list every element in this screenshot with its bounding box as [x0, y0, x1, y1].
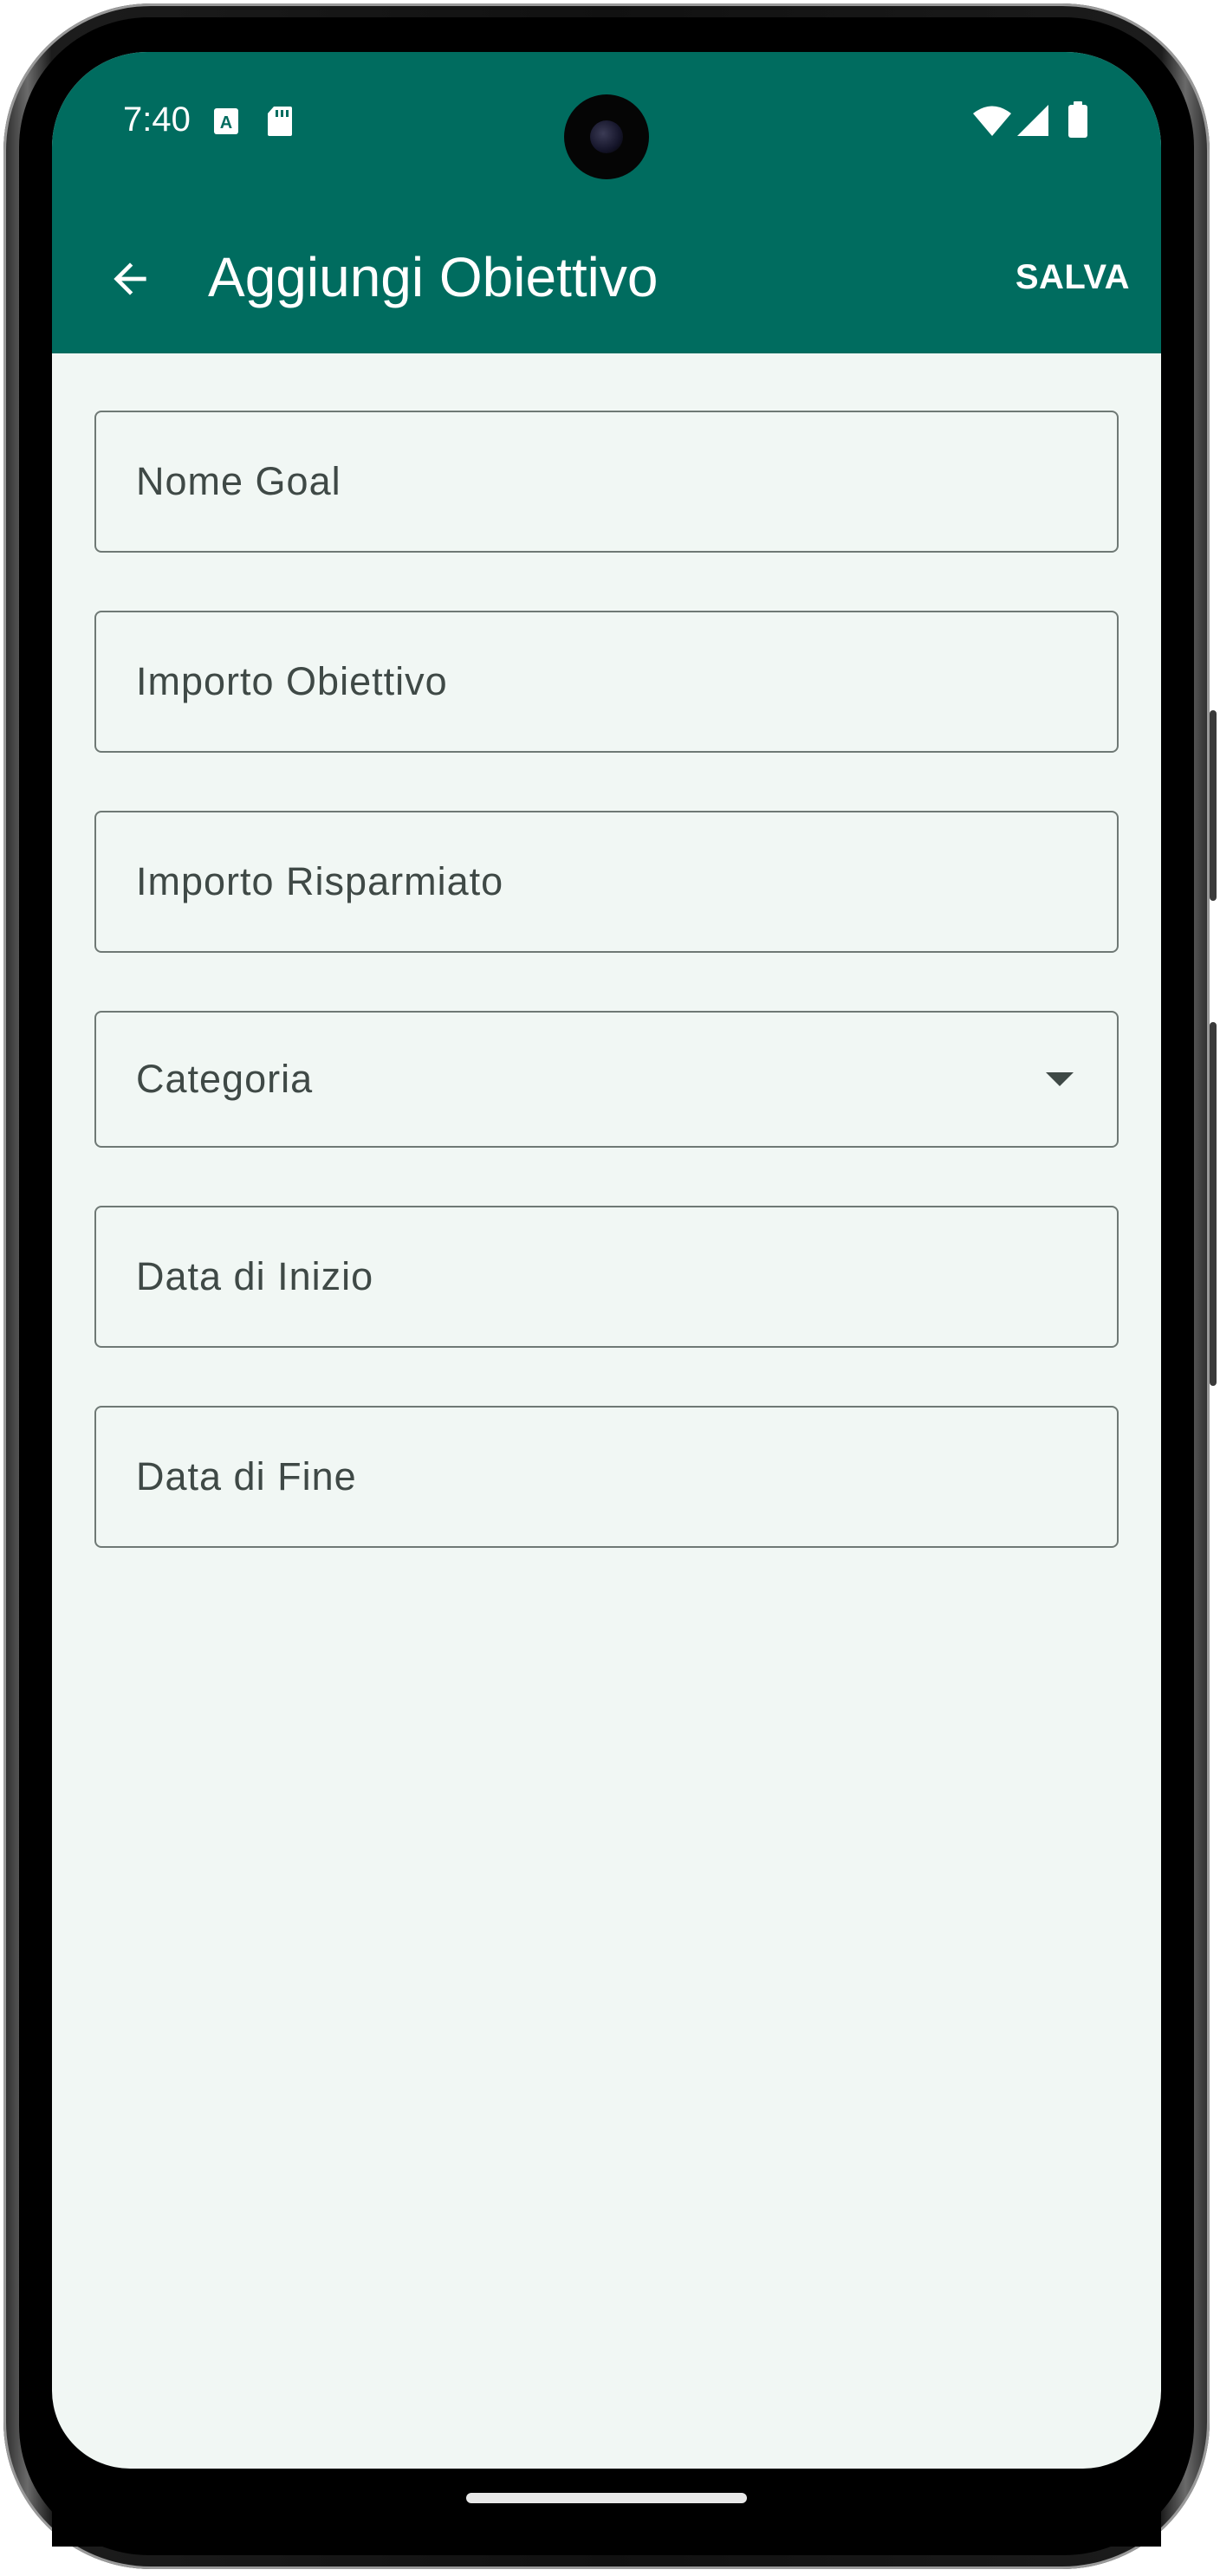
saved-amount-label: Importo Risparmiato	[136, 859, 504, 903]
arrow-back-icon	[114, 262, 146, 295]
target-amount-label: Importo Obiettivo	[136, 659, 448, 703]
navigation-bar	[52, 2469, 1161, 2547]
wifi-icon	[972, 106, 1012, 141]
start-date-label: Data di Inizio	[136, 1254, 374, 1298]
start-date-field[interactable]: Data di Inizio	[94, 1206, 1119, 1348]
target-amount-field[interactable]: Importo Obiettivo	[94, 611, 1119, 753]
saved-amount-field[interactable]: Importo Risparmiato	[94, 811, 1119, 953]
end-date-label: Data di Fine	[136, 1454, 357, 1498]
home-indicator[interactable]	[466, 2493, 747, 2503]
goal-name-field[interactable]: Nome Goal	[94, 411, 1119, 553]
page-title: Aggiungi Obiettivo	[208, 246, 659, 308]
screen: 7:40 A Aggiungi Obiettivo SALVA Nome Goa…	[52, 52, 1161, 2469]
save-button[interactable]: SALVA	[1016, 256, 1130, 299]
category-label: Categoria	[136, 1057, 314, 1101]
phone-frame: 7:40 A Aggiungi Obiettivo SALVA Nome Goa…	[0, 0, 1220, 2576]
front-camera	[564, 94, 649, 179]
sd-card-icon	[267, 106, 293, 141]
dropdown-arrow-icon	[1046, 1072, 1074, 1086]
cellular-signal-icon	[1016, 104, 1050, 141]
end-date-field[interactable]: Data di Fine	[94, 1406, 1119, 1548]
battery-icon	[1068, 100, 1088, 143]
back-button[interactable]	[95, 244, 165, 314]
app-bar: 7:40 A Aggiungi Obiettivo SALVA	[52, 52, 1161, 353]
keyboard-a-icon: A	[213, 107, 239, 139]
svg-text:A: A	[220, 113, 232, 133]
volume-button	[1210, 1022, 1217, 1386]
category-dropdown[interactable]: Categoria	[94, 1011, 1119, 1148]
status-time: 7:40	[123, 100, 191, 139]
power-button	[1210, 710, 1217, 901]
goal-name-label: Nome Goal	[136, 459, 341, 503]
